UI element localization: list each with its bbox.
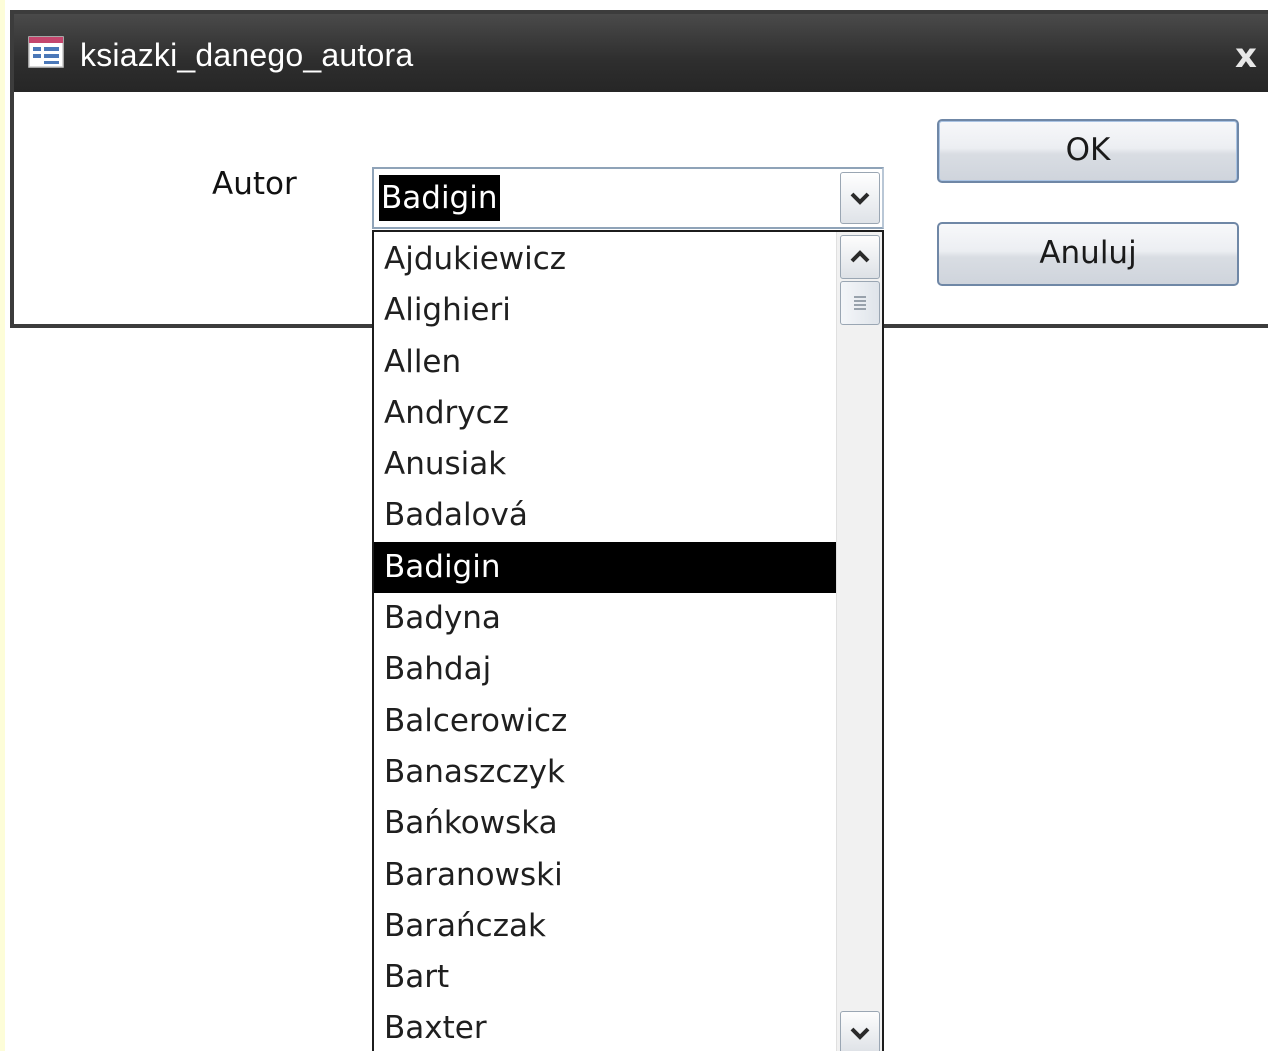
scrollbar[interactable] — [836, 232, 882, 1051]
author-list: Ajdukiewicz Alighieri Allen Andrycz Anusiak B… — [374, 234, 836, 1051]
scroll-up-button[interactable] — [840, 235, 880, 279]
list-item[interactable]: Alighieri — [374, 285, 836, 336]
list-item[interactable]: Ajdukiewicz — [374, 234, 836, 285]
chevron-down-icon — [850, 1027, 870, 1040]
scroll-thumb[interactable] — [840, 281, 880, 325]
list-item[interactable]: Badigin — [374, 541, 836, 594]
background-edge — [0, 0, 5, 1051]
chevron-up-icon — [850, 250, 870, 263]
list-item[interactable]: Bahdaj — [374, 644, 836, 695]
autor-label: Autor — [212, 166, 297, 202]
chevron-down-icon[interactable] — [840, 172, 880, 224]
list-item[interactable]: Banaszczyk — [374, 747, 836, 798]
list-item[interactable]: Baxter — [374, 1003, 836, 1051]
list-item[interactable]: Baranowski — [374, 850, 836, 901]
list-item[interactable]: Badyna — [374, 593, 836, 644]
autor-combobox[interactable]: Badigin — [372, 167, 884, 229]
title-bar[interactable]: ksiazki_danego_autora x — [14, 14, 1268, 92]
list-item[interactable]: Bańkowska — [374, 798, 836, 849]
list-item[interactable]: Anusiak — [374, 439, 836, 490]
list-item[interactable]: Bart — [374, 952, 836, 1003]
autor-dropdown-list[interactable]: Ajdukiewicz Alighieri Allen Andrycz Anusiak B… — [372, 230, 884, 1051]
autor-combobox-value[interactable]: Badigin — [379, 175, 500, 221]
list-item[interactable]: Balcerowicz — [374, 696, 836, 747]
list-item[interactable]: Andrycz — [374, 388, 836, 439]
close-button[interactable]: x — [1226, 36, 1266, 76]
form-icon — [28, 36, 64, 68]
scroll-down-button[interactable] — [840, 1011, 880, 1051]
window-title: ksiazki_danego_autora — [80, 37, 414, 73]
cancel-button[interactable]: Anuluj — [937, 222, 1239, 286]
list-item[interactable]: Badalová — [374, 490, 836, 541]
ok-button[interactable]: OK — [937, 119, 1239, 183]
list-item[interactable]: Allen — [374, 337, 836, 388]
page: ksiazki_danego_autora x Autor Badigin OK… — [0, 0, 1268, 1051]
list-item[interactable]: Barańczak — [374, 901, 836, 952]
